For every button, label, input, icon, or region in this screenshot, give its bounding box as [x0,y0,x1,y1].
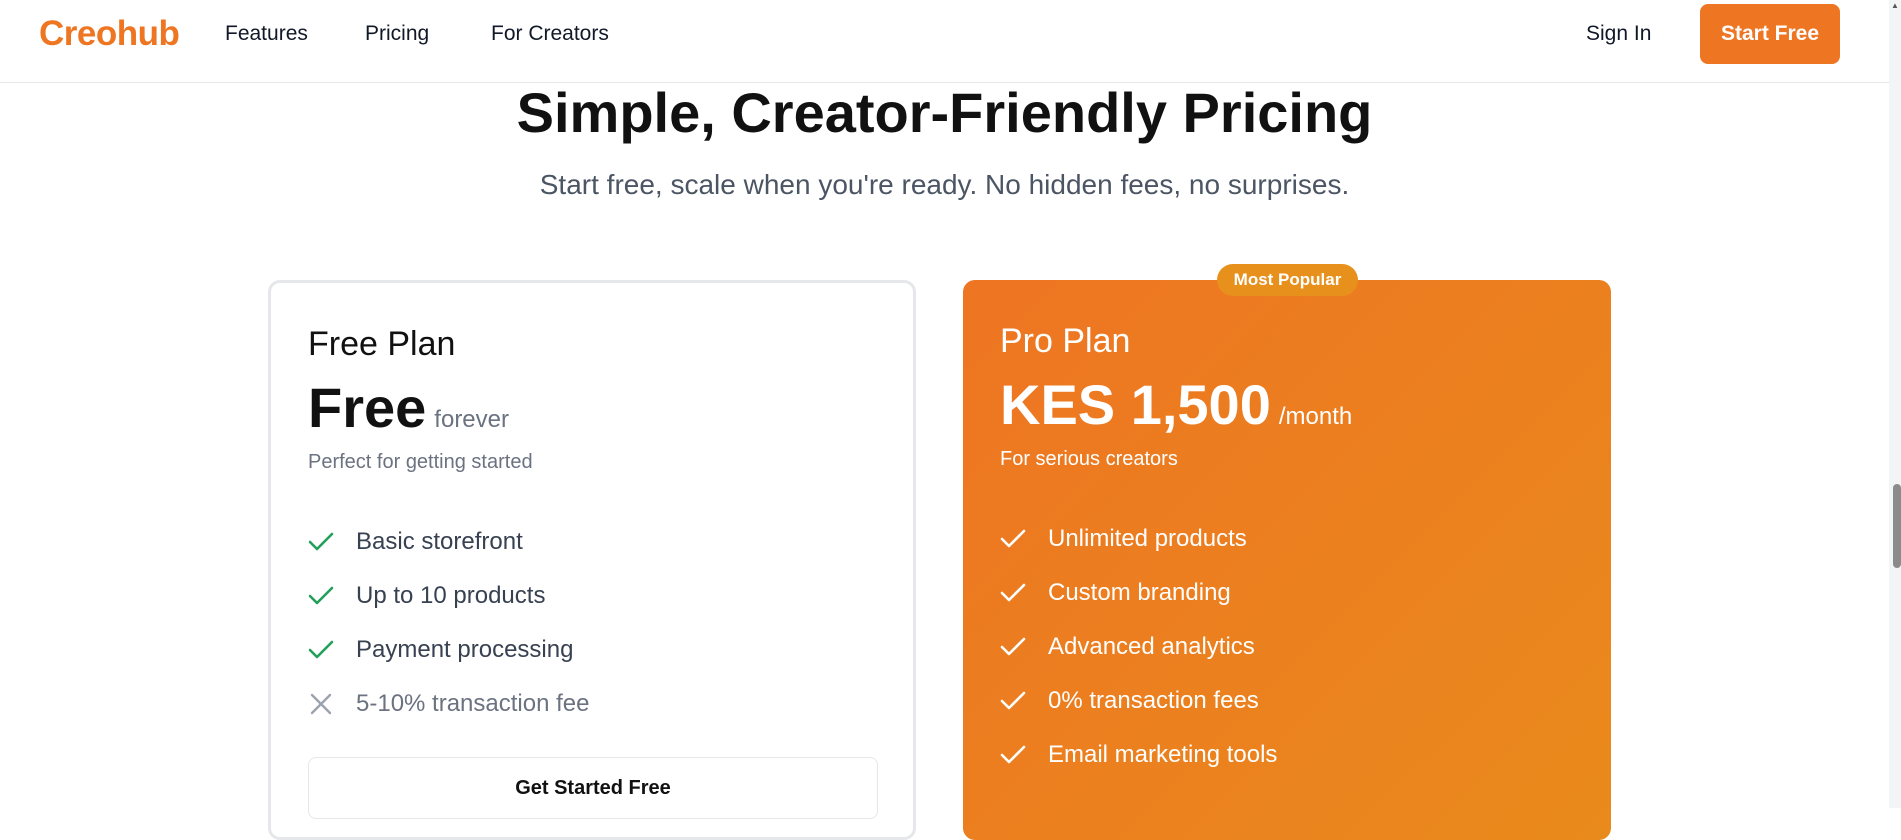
feature-item: Email marketing tools [1000,728,1277,782]
plan-period: /month [1278,403,1353,430]
pro-plan-card: Pro Plan KES 1,500/month For serious cre… [963,280,1611,840]
check-icon [1000,583,1048,603]
plan-description: Perfect for getting started [308,451,533,473]
feature-item: Basic storefront [308,515,589,569]
feature-label: Email marketing tools [1048,741,1278,768]
scroll-up-arrow-icon[interactable]: ▲ [1889,0,1901,12]
plan-period: forever [434,406,509,433]
plan-description: For serious creators [1000,448,1178,470]
feature-label: 5-10% transaction fee [356,690,590,717]
check-icon [308,586,356,606]
sign-in-link[interactable]: Sign In [1586,22,1651,46]
feature-label: Up to 10 products [356,582,546,609]
feature-label: Payment processing [356,636,574,663]
check-icon [1000,637,1048,657]
nav-link-pricing[interactable]: Pricing [365,22,429,46]
plan-price: KES 1,500 [1000,373,1271,436]
plan-name: Free Plan [308,325,456,363]
plan-price: Free [308,376,427,439]
most-popular-badge: Most Popular [1217,264,1358,296]
nav-link-features[interactable]: Features [225,22,308,46]
feature-item: Unlimited products [1000,512,1277,566]
check-icon [1000,745,1048,765]
get-started-free-button[interactable]: Get Started Free [308,757,878,819]
feature-item-excluded: 5-10% transaction fee [308,677,589,731]
feature-list: Basic storefront Up to 10 products Payme… [308,515,589,731]
check-icon [308,532,356,552]
feature-label: Unlimited products [1048,525,1247,552]
check-icon [308,640,356,660]
feature-label: 0% transaction fees [1048,687,1259,714]
scrollbar-track[interactable] [1889,0,1901,808]
free-plan-card: Free Plan Free forever Perfect for gettin… [268,280,916,840]
feature-label: Basic storefront [356,528,523,555]
check-icon [1000,529,1048,549]
feature-item: Payment processing [308,623,589,677]
price-row: Free forever [308,375,509,440]
page-subtitle: Start free, scale when you're ready. No … [539,169,1350,200]
top-nav: Creohub Features Pricing For Creators Si… [0,0,1889,83]
price-row: KES 1,500/month [1000,372,1352,437]
start-free-button[interactable]: Start Free [1700,4,1840,64]
feature-item: Advanced analytics [1000,620,1277,674]
feature-list: Unlimited products Custom branding Advan… [1000,512,1277,782]
plan-name: Pro Plan [1000,322,1131,360]
check-icon [1000,691,1048,711]
scrollbar-thumb[interactable] [1893,484,1901,568]
x-icon [308,693,356,715]
logo[interactable]: Creohub [39,14,180,54]
feature-item: Custom branding [1000,566,1277,620]
feature-item: Up to 10 products [308,569,589,623]
nav-link-for-creators[interactable]: For Creators [491,22,609,46]
page-title: Simple, Creator-Friendly Pricing [516,81,1373,144]
feature-item: 0% transaction fees [1000,674,1277,728]
feature-label: Custom branding [1048,579,1231,606]
feature-label: Advanced analytics [1048,633,1255,660]
